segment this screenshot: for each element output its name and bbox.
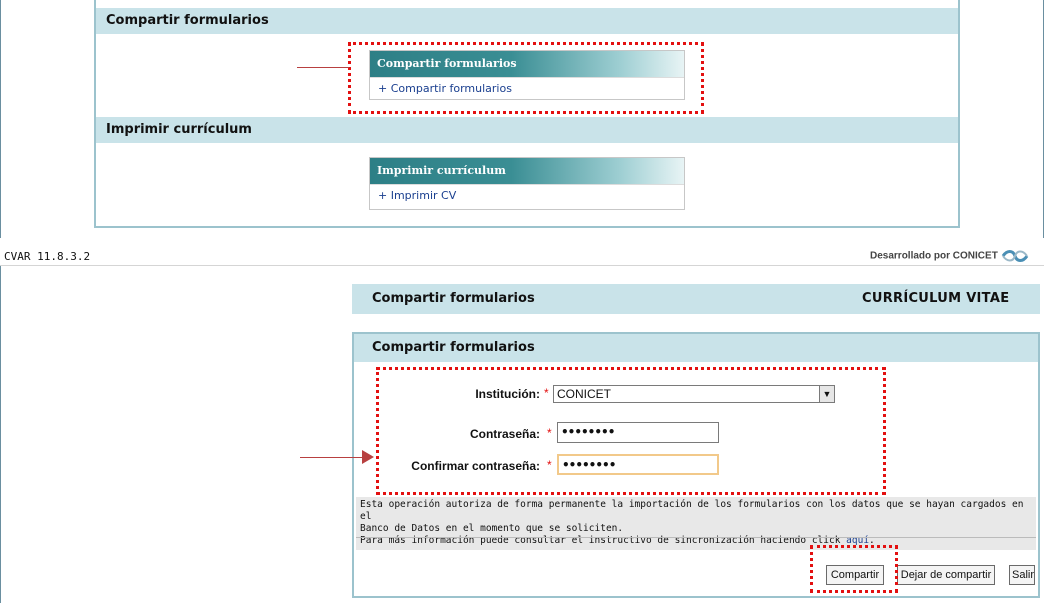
- highlight-box-top: [348, 42, 704, 114]
- note-line-2: Banco de Datos en el momento que se soli…: [360, 523, 624, 534]
- section-header-imprimir: Imprimir currículum: [96, 117, 958, 143]
- page-subtitle: CURRÍCULUM VITAE: [862, 291, 1010, 306]
- version-label: CVAR 11.8.3.2: [4, 250, 91, 263]
- section-header-compartir: Compartir formularios: [96, 8, 958, 34]
- developer-credit-text: Desarrollado por CONICET: [870, 250, 998, 262]
- left-border: [0, 266, 1, 603]
- unshare-button[interactable]: Dejar de compartir: [897, 565, 995, 585]
- annotation-arrow-top: [297, 67, 349, 68]
- imprimir-box: Imprimir currículum + Imprimir CV: [369, 157, 685, 210]
- developer-credit: Desarrollado por CONICET: [870, 250, 1029, 262]
- sync-note: Esta operación autoriza de forma permane…: [356, 497, 1036, 550]
- conicet-logo-icon: [1001, 250, 1029, 262]
- highlight-box-form: [376, 367, 886, 495]
- arrow-head-icon: [362, 450, 374, 464]
- imprimir-box-title: Imprimir currículum: [370, 158, 684, 184]
- note-line-1: Esta operación autoriza de forma permane…: [360, 499, 1024, 522]
- divider: [356, 537, 1036, 538]
- highlight-box-button: [810, 545, 898, 593]
- form-header: Compartir formularios: [354, 334, 1038, 362]
- exit-button[interactable]: Salir: [1009, 565, 1035, 585]
- page-title: Compartir formularios: [372, 291, 535, 306]
- imprimir-cv-link[interactable]: + Imprimir CV: [370, 184, 684, 207]
